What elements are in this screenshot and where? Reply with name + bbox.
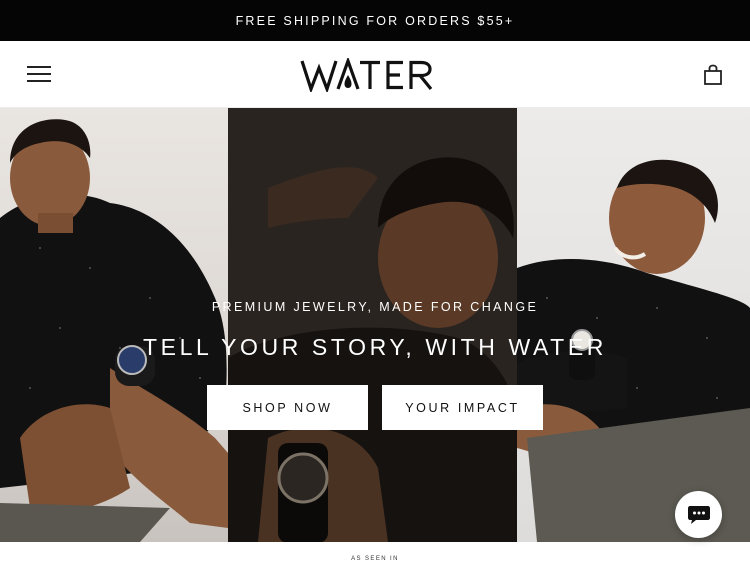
hero-banner — [0, 108, 750, 542]
shopping-bag-icon[interactable] — [702, 64, 724, 86]
shop-now-button[interactable]: SHOP NOW — [207, 385, 368, 430]
hamburger-menu-icon[interactable] — [27, 65, 51, 83]
your-impact-button[interactable]: YOUR IMPACT — [382, 385, 543, 430]
chat-bubble-icon[interactable] — [675, 491, 722, 538]
model-right-photo — [517, 108, 750, 542]
announcement-text: FREE SHIPPING FOR ORDERS $55+ — [235, 13, 515, 28]
announcement-bar: FREE SHIPPING FOR ORDERS $55+ — [0, 0, 750, 41]
water-logo-icon — [300, 58, 433, 92]
model-center-photo — [228, 108, 517, 542]
site-header — [0, 41, 750, 108]
model-left-photo — [0, 108, 228, 542]
as-seen-in-label: AS SEEN IN — [351, 556, 399, 562]
site-logo[interactable] — [290, 55, 460, 95]
